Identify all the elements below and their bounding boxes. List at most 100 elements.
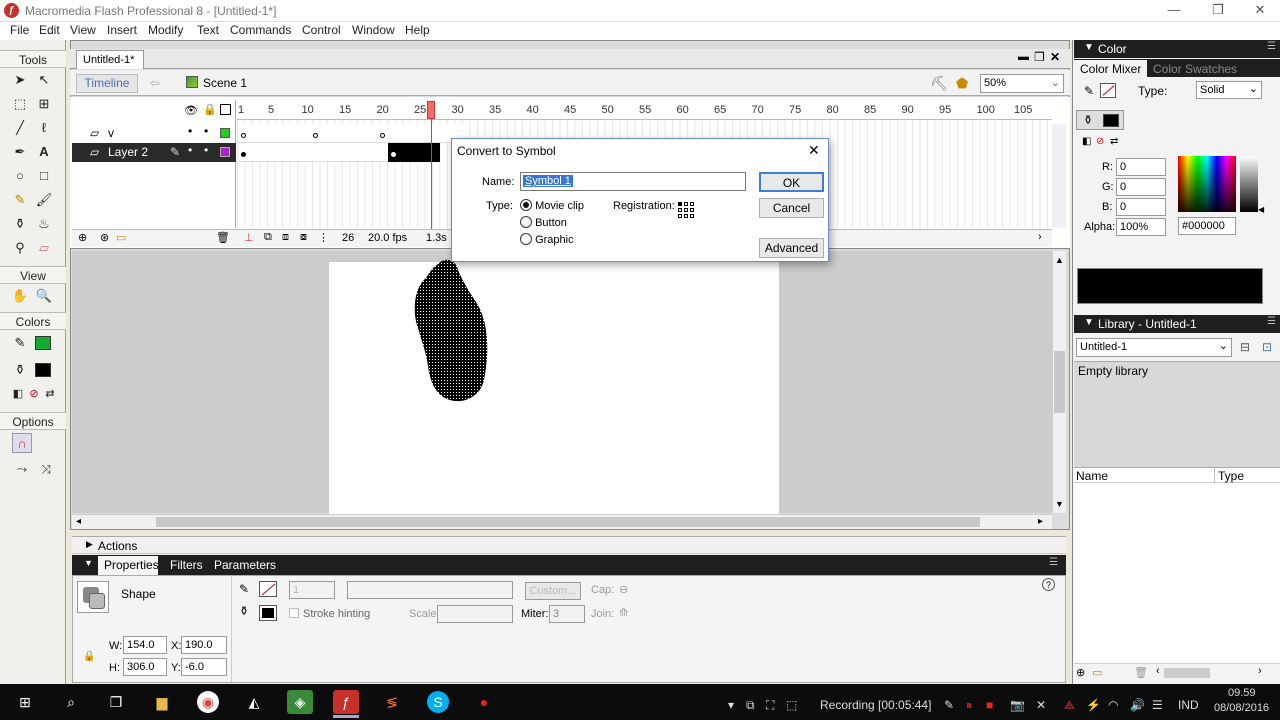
brightness-slider[interactable] xyxy=(1240,156,1258,212)
tray-arrow-icon[interactable]: ▾ xyxy=(728,698,734,712)
tab-properties[interactable]: Properties xyxy=(98,556,159,575)
layer-lock-dot[interactable]: • xyxy=(204,143,208,157)
back-arrow-icon[interactable]: ⇦ xyxy=(150,76,160,90)
advanced-button[interactable]: Advanced xyxy=(759,238,824,258)
blue-input[interactable]: 0 xyxy=(1116,198,1166,216)
pencil-tool-icon[interactable]: ✎ xyxy=(10,190,30,210)
language-indicator[interactable]: IND xyxy=(1178,698,1199,712)
document-tab[interactable]: Untitled-1* xyxy=(76,50,144,69)
menu-view[interactable]: View xyxy=(70,23,96,37)
brush-tool-icon[interactable]: 🖌 xyxy=(34,190,54,210)
edit-symbols-icon[interactable]: ⬟ xyxy=(956,75,968,92)
layer2-frames[interactable] xyxy=(238,143,388,162)
brightness-arrow-icon[interactable]: ◀ xyxy=(1258,205,1264,214)
fill-toggle[interactable]: ⚱ xyxy=(1076,110,1124,130)
scroll-left-icon[interactable]: ◂ xyxy=(76,516,81,527)
oval-tool-icon[interactable]: ○ xyxy=(10,166,30,186)
sublime-icon[interactable]: ≶ xyxy=(379,690,405,714)
minimize-button[interactable]: — xyxy=(1152,0,1196,22)
task-view-icon[interactable]: ❐ xyxy=(103,690,129,714)
keyframe[interactable] xyxy=(241,133,246,138)
arrow-tool-icon[interactable]: ➤ xyxy=(10,70,30,90)
add-guide-icon[interactable]: ⊛ xyxy=(100,231,109,244)
keyframe[interactable] xyxy=(313,133,318,138)
type-button-radio[interactable]: Button xyxy=(520,216,567,229)
file-explorer-icon[interactable]: ▆ xyxy=(149,690,175,714)
green-app-icon[interactable]: ◈ xyxy=(287,690,313,714)
keyframe[interactable] xyxy=(391,152,396,157)
search-icon[interactable]: ⌕ xyxy=(58,690,84,714)
stop-icon[interactable]: ■ xyxy=(986,698,993,712)
free-transform-tool-icon[interactable]: ⬚ xyxy=(10,94,30,114)
menu-commands[interactable]: Commands xyxy=(230,23,291,37)
stroke-size-input[interactable]: 1 xyxy=(289,581,335,599)
center-frame-icon[interactable]: ⊥ xyxy=(244,231,254,244)
menu-window[interactable]: Window xyxy=(352,23,395,37)
clock-date[interactable]: 08/08/2016 xyxy=(1214,702,1269,714)
type-movie-clip-radio[interactable]: Movie clip xyxy=(520,199,584,212)
timeline-scroll-right-icon[interactable]: › xyxy=(1038,231,1042,243)
ok-button[interactable]: OK xyxy=(759,172,824,192)
stroke-color-swatch[interactable] xyxy=(1100,83,1116,98)
menu-edit[interactable]: Edit xyxy=(39,23,60,37)
menu-help[interactable]: Help xyxy=(405,23,430,37)
library-list[interactable] xyxy=(1074,483,1280,663)
actions-panel-bar[interactable]: ▶ Actions xyxy=(72,536,1066,554)
layer-visible-dot[interactable]: • xyxy=(188,143,192,157)
height-input[interactable]: 306.0 xyxy=(123,658,167,676)
black-white-icon[interactable]: ◧ xyxy=(1082,136,1091,147)
dialog-close-icon[interactable]: ✕ xyxy=(808,142,820,159)
fill-color-swatch[interactable] xyxy=(1103,114,1119,127)
power-icon[interactable]: ⚡ xyxy=(1086,698,1101,712)
volume-icon[interactable]: 🔊 xyxy=(1130,698,1145,712)
edit-multiple-icon[interactable]: ⧇ xyxy=(300,231,307,244)
onion-skin-icon[interactable]: ⧉ xyxy=(264,231,272,244)
scroll-up-icon[interactable]: ▲ xyxy=(1055,255,1064,265)
fill-color-swatch[interactable] xyxy=(259,605,277,621)
scroll-thumb[interactable] xyxy=(156,517,980,527)
delete-icon[interactable]: 🗑 xyxy=(1134,666,1148,679)
eyedropper-tool-icon[interactable]: ⚲ xyxy=(10,238,30,258)
pen-icon[interactable]: ✎ xyxy=(944,698,954,712)
subselect-tool-icon[interactable]: ↖ xyxy=(34,70,54,90)
panel-menu-icon[interactable]: ☰ xyxy=(1049,557,1058,568)
stage-vscroll[interactable]: ▲ ▼ xyxy=(1052,251,1066,513)
color-panel-header[interactable]: ▼ Color ☰ xyxy=(1074,40,1280,58)
col-name[interactable]: Name xyxy=(1076,469,1108,483)
acrobat-icon[interactable]: ⟁ xyxy=(1064,698,1075,713)
onion-markers-icon[interactable]: ⋮ xyxy=(318,231,329,244)
hex-input[interactable]: #000000 xyxy=(1178,217,1236,235)
menu-file[interactable]: File xyxy=(10,23,29,37)
playhead[interactable] xyxy=(427,101,435,119)
notification-icon[interactable]: ☰ xyxy=(1152,698,1163,712)
ink-bottle-tool-icon[interactable]: ⚱ xyxy=(10,214,30,234)
windows-start-icon[interactable]: ⊞ xyxy=(12,690,38,714)
stage[interactable] xyxy=(329,262,779,514)
cap-icon[interactable]: ⊖ xyxy=(619,583,628,596)
width-input[interactable]: 154.0 xyxy=(123,636,167,654)
swap-colors-icon[interactable]: ⇄ xyxy=(40,384,60,404)
join-icon[interactable]: ⟰ xyxy=(619,606,628,619)
scroll-right-icon[interactable]: ▸ xyxy=(1038,516,1043,527)
stroke-color-swatch[interactable] xyxy=(259,581,277,597)
doc-minimize-icon[interactable]: ▬ xyxy=(1018,51,1029,63)
recorder-icon[interactable]: ● xyxy=(471,690,497,714)
trash-icon[interactable]: 🗑 xyxy=(216,231,230,244)
new-symbol-icon[interactable]: ⊕ xyxy=(1076,666,1085,679)
fill-type-select[interactable]: Solid ⌄ xyxy=(1196,81,1262,99)
menu-control[interactable]: Control xyxy=(302,23,341,37)
stage-hscroll[interactable]: ◂ ▸ xyxy=(72,514,1052,529)
layer-outline-color[interactable] xyxy=(220,147,230,157)
layer-v-frames[interactable] xyxy=(238,124,468,143)
maximize-button[interactable]: ❐ xyxy=(1196,0,1240,22)
selected-frames[interactable] xyxy=(388,143,440,162)
clock-time[interactable]: 09.59 xyxy=(1228,687,1256,699)
scroll-left-icon[interactable]: ‹ xyxy=(1156,665,1160,677)
tray-region-icon[interactable]: ⬚ xyxy=(786,698,797,712)
line-tool-icon[interactable]: ╱ xyxy=(10,118,30,138)
zoom-tool-icon[interactable]: 🔍 xyxy=(34,286,54,306)
menu-insert[interactable]: Insert xyxy=(107,23,137,37)
fox-app-icon[interactable]: ◭ xyxy=(241,690,267,714)
camera-icon[interactable]: 📷 xyxy=(1010,698,1025,712)
scroll-down-icon[interactable]: ▼ xyxy=(1055,499,1064,509)
